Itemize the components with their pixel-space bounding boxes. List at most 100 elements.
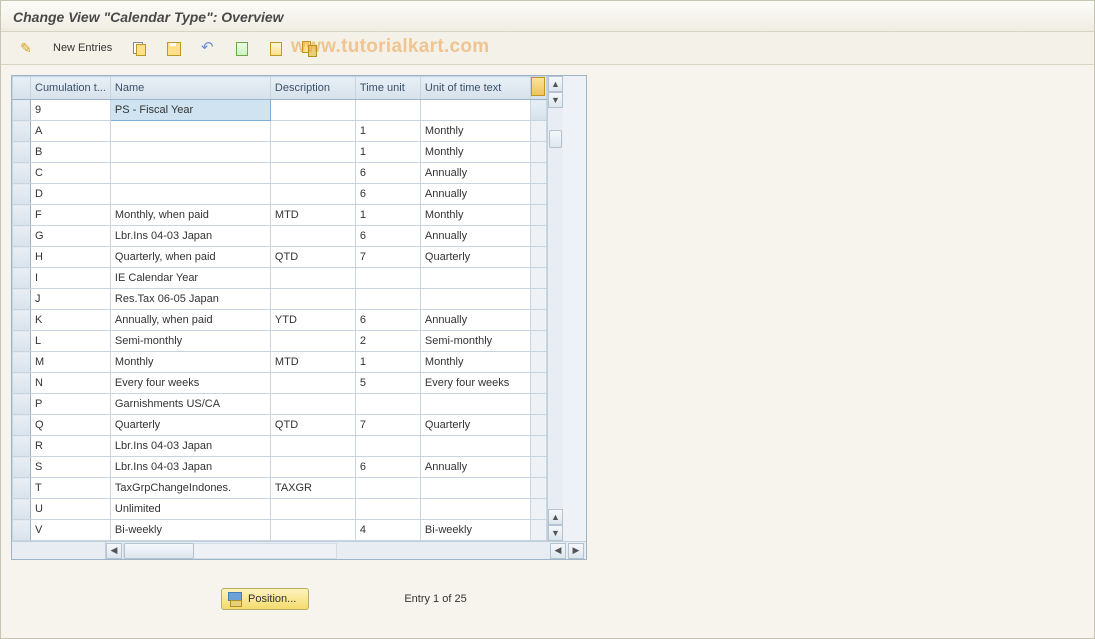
cell-unit-text[interactable]: Annually [420, 310, 530, 331]
cell-cumulation[interactable]: B [31, 142, 111, 163]
cell-name[interactable]: Res.Tax 06-05 Japan [110, 289, 270, 310]
column-header-unit-text[interactable]: Unit of time text [420, 77, 530, 100]
cell-description[interactable]: QTD [270, 415, 355, 436]
cell-name[interactable]: Every four weeks [110, 373, 270, 394]
row-selector[interactable] [13, 373, 31, 394]
row-selector[interactable] [13, 436, 31, 457]
table-row[interactable]: SLbr.Ins 04-03 Japan6Annually [13, 457, 547, 478]
scroll-down-button[interactable]: ▼ [548, 525, 563, 541]
cell-unit-text[interactable] [420, 499, 530, 520]
copy-button[interactable] [124, 37, 154, 59]
cell-description[interactable] [270, 184, 355, 205]
edit-button[interactable] [11, 37, 41, 59]
cell-cumulation[interactable]: S [31, 457, 111, 478]
cell-cumulation[interactable]: I [31, 268, 111, 289]
row-selector[interactable] [13, 331, 31, 352]
cell-unit-text[interactable]: Quarterly [420, 247, 530, 268]
new-entries-button[interactable]: New Entries [45, 37, 120, 59]
scroll-right-button[interactable]: ▶ [568, 543, 584, 559]
cell-time-unit[interactable]: 4 [355, 520, 420, 541]
table-row[interactable]: C 6Annually [13, 163, 547, 184]
table-row[interactable]: PGarnishments US/CA [13, 394, 547, 415]
table-row[interactable]: KAnnually, when paidYTD6Annually [13, 310, 547, 331]
cell-unit-text[interactable] [420, 289, 530, 310]
row-selector[interactable] [13, 499, 31, 520]
table-row[interactable]: A1Monthly [13, 121, 547, 142]
cell-cumulation[interactable]: G [31, 226, 111, 247]
cell-time-unit[interactable] [355, 436, 420, 457]
cell-unit-text[interactable] [420, 436, 530, 457]
cell-description[interactable] [270, 268, 355, 289]
table-row[interactable]: MMonthlyMTD1Monthly [13, 352, 547, 373]
cell-unit-text[interactable] [420, 268, 530, 289]
cell-unit-text[interactable] [420, 394, 530, 415]
cell-description[interactable] [270, 142, 355, 163]
row-selector[interactable] [13, 205, 31, 226]
cell-time-unit[interactable]: 6 [355, 163, 420, 184]
position-button[interactable]: Position... [221, 588, 309, 610]
cell-description[interactable] [270, 394, 355, 415]
cell-cumulation[interactable]: P [31, 394, 111, 415]
cell-cumulation[interactable]: T [31, 478, 111, 499]
cell-unit-text[interactable]: Bi-weekly [420, 520, 530, 541]
cell-unit-text[interactable]: Monthly [420, 142, 530, 163]
cell-unit-text[interactable]: Monthly [420, 121, 530, 142]
cell-cumulation[interactable]: C [31, 163, 111, 184]
cell-name[interactable]: Quarterly [110, 415, 270, 436]
cell-unit-text[interactable]: Annually [420, 457, 530, 478]
cell-unit-text[interactable]: Annually [420, 184, 530, 205]
cell-cumulation[interactable]: D [31, 184, 111, 205]
cell-unit-text[interactable]: Every four weeks [420, 373, 530, 394]
cell-name[interactable] [110, 163, 270, 184]
row-selector[interactable] [13, 100, 31, 121]
cell-description[interactable]: YTD [270, 310, 355, 331]
column-config-header[interactable] [530, 77, 546, 100]
cell-name[interactable]: Quarterly, when paid [110, 247, 270, 268]
row-selector[interactable] [13, 415, 31, 436]
vertical-scrollbar[interactable]: ▲ ▼ ▲ ▼ [547, 76, 563, 541]
table-settings-button[interactable] [294, 37, 324, 59]
column-header-description[interactable]: Description [270, 77, 355, 100]
column-header-cumulation[interactable]: Cumulation t... [31, 77, 111, 100]
cell-name[interactable]: Bi-weekly [110, 520, 270, 541]
cell-cumulation[interactable]: L [31, 331, 111, 352]
cell-name[interactable]: IE Calendar Year [110, 268, 270, 289]
cell-time-unit[interactable]: 5 [355, 373, 420, 394]
table-row[interactable]: TTaxGrpChangeIndones.TAXGR [13, 478, 547, 499]
cell-cumulation[interactable]: F [31, 205, 111, 226]
table-row[interactable]: JRes.Tax 06-05 Japan [13, 289, 547, 310]
select-all-button[interactable] [226, 37, 256, 59]
row-selector[interactable] [13, 289, 31, 310]
cell-name[interactable]: Lbr.Ins 04-03 Japan [110, 457, 270, 478]
cell-name[interactable]: Monthly, when paid [110, 205, 270, 226]
cell-description[interactable] [270, 121, 355, 142]
row-selector[interactable] [13, 352, 31, 373]
vertical-scroll-thumb[interactable] [549, 130, 562, 148]
cell-cumulation[interactable]: Q [31, 415, 111, 436]
cell-time-unit[interactable]: 7 [355, 415, 420, 436]
horizontal-scroll-track[interactable] [123, 543, 337, 559]
save-button[interactable] [158, 37, 188, 59]
cell-description[interactable] [270, 289, 355, 310]
row-selector[interactable] [13, 310, 31, 331]
cell-description[interactable] [270, 520, 355, 541]
cell-unit-text[interactable]: Quarterly [420, 415, 530, 436]
cell-description[interactable] [270, 436, 355, 457]
table-row[interactable]: VBi-weekly4Bi-weekly [13, 520, 547, 541]
column-header-name[interactable]: Name [110, 77, 270, 100]
cell-time-unit[interactable]: 6 [355, 310, 420, 331]
cell-name[interactable] [110, 142, 270, 163]
cell-name[interactable]: Monthly [110, 352, 270, 373]
cell-name[interactable]: PS - Fiscal Year [110, 100, 270, 121]
row-selector[interactable] [13, 184, 31, 205]
cell-cumulation[interactable]: V [31, 520, 111, 541]
cell-description[interactable] [270, 499, 355, 520]
cell-unit-text[interactable]: Annually [420, 163, 530, 184]
cell-cumulation[interactable]: J [31, 289, 111, 310]
cell-cumulation[interactable]: R [31, 436, 111, 457]
cell-unit-text[interactable] [420, 478, 530, 499]
cell-description[interactable] [270, 100, 355, 121]
scroll-left-button[interactable]: ◀ [106, 543, 122, 559]
row-selector[interactable] [13, 121, 31, 142]
cell-cumulation[interactable]: N [31, 373, 111, 394]
